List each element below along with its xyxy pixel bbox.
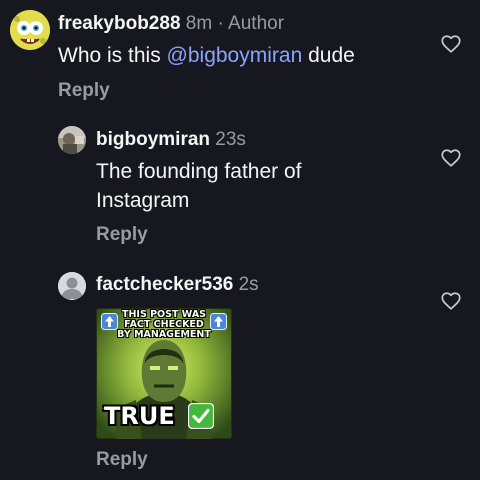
fact-check-meme[interactable]: THIS POST WAS FACT CHECKED BY MANAGEMENT… bbox=[96, 308, 232, 439]
up-arrow-icon bbox=[101, 313, 118, 330]
comment-text-part: Who is this bbox=[58, 44, 167, 67]
reply-button[interactable]: Reply bbox=[96, 448, 148, 472]
timestamp: 2s bbox=[238, 274, 259, 295]
meme-caption-line: BY MANAGEMENT bbox=[117, 329, 211, 340]
timestamp: 23s bbox=[215, 129, 246, 150]
reply-button[interactable]: Reply bbox=[58, 79, 110, 103]
comment-bigboymiran: bigboymiran 23s The founding father of I… bbox=[0, 110, 480, 260]
comments-thread: freakybob288 8m · Author Who is this @bi… bbox=[0, 0, 480, 480]
comment-text-line: Instagram bbox=[96, 189, 190, 212]
photo-avatar[interactable] bbox=[58, 126, 86, 154]
separator: · bbox=[217, 13, 224, 34]
username[interactable]: factchecker536 bbox=[96, 274, 233, 295]
spongebob-avatar-image bbox=[10, 10, 50, 50]
comment-text-line: The founding father of bbox=[96, 160, 302, 183]
default-user-avatar[interactable] bbox=[58, 272, 86, 300]
comment-text: The founding father of Instagram bbox=[96, 157, 301, 215]
mention-link[interactable]: @bigboymiran bbox=[167, 44, 303, 67]
reply-button[interactable]: Reply bbox=[96, 223, 148, 247]
comment-header: bigboymiran 23s bbox=[96, 128, 246, 152]
green-check-icon bbox=[188, 403, 214, 429]
spongebob-avatar[interactable] bbox=[10, 10, 50, 50]
default-user-icon bbox=[58, 272, 86, 300]
meme-verdict: TRUE bbox=[104, 402, 175, 430]
photo-avatar-image bbox=[58, 126, 86, 154]
comment-text-part: dude bbox=[302, 44, 355, 67]
heart-icon[interactable] bbox=[440, 147, 462, 169]
author-badge: Author bbox=[228, 13, 285, 34]
timestamp: 8m bbox=[185, 13, 213, 34]
username[interactable]: bigboymiran bbox=[96, 129, 210, 150]
comment-text: Who is this @bigboymiran dude bbox=[58, 41, 355, 70]
comment-freakybob288: freakybob288 8m · Author Who is this @bi… bbox=[0, 0, 480, 110]
up-arrow-icon bbox=[210, 313, 227, 330]
comment-header: freakybob288 8m · Author bbox=[58, 12, 284, 36]
heart-icon[interactable] bbox=[440, 290, 462, 312]
heart-icon[interactable] bbox=[440, 33, 462, 55]
username[interactable]: freakybob288 bbox=[58, 13, 181, 34]
comment-factchecker536: factchecker536 2s THIS POST WAS FACT CHE… bbox=[0, 260, 480, 480]
comment-header: factchecker536 2s bbox=[96, 273, 259, 297]
